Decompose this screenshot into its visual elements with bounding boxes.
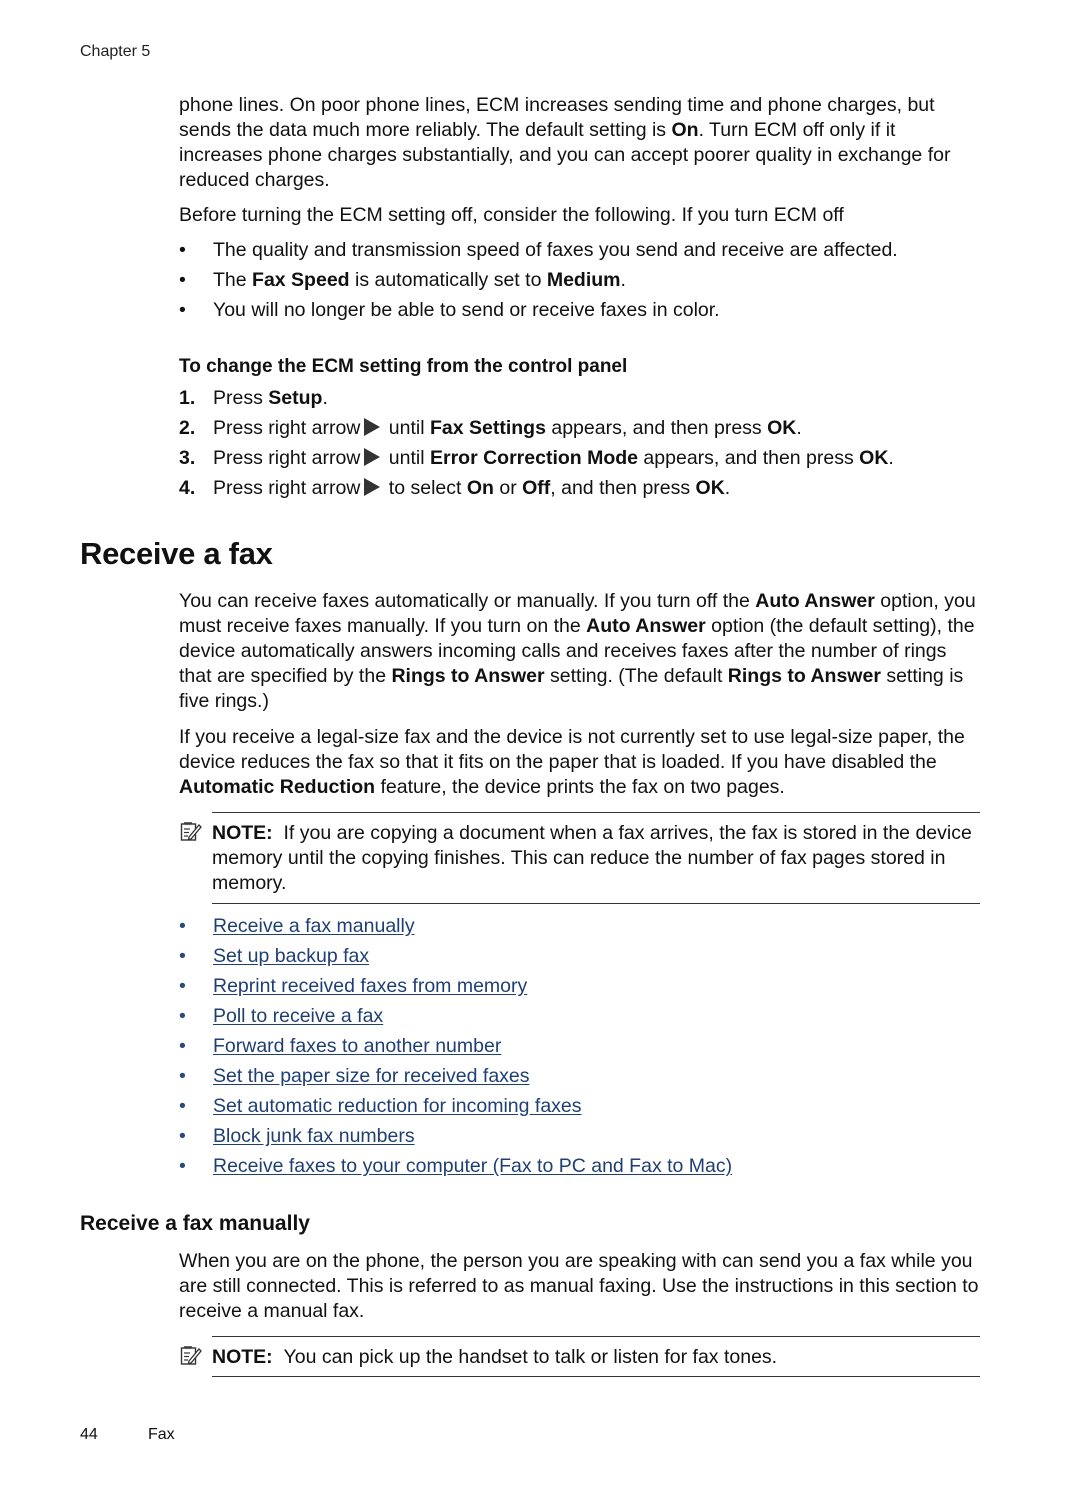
ecm-off-paragraph: Before turning the ECM setting off, cons… (179, 204, 844, 226)
link-reprint-faxes[interactable]: Reprint received faxes from memory (213, 974, 527, 999)
note-pencil-icon (180, 822, 202, 841)
link-poll-to-receive[interactable]: Poll to receive a fax (213, 1004, 383, 1029)
link-forward-faxes[interactable]: Forward faxes to another number (213, 1034, 501, 1059)
subsection-title: Receive a fax manually (80, 1212, 310, 1235)
page-number: 44 (80, 1426, 98, 1443)
note-pencil-icon (180, 1346, 202, 1365)
note-top-rule (212, 812, 980, 813)
ecm-intro-paragraph: phone lines. On poor phone lines, ECM in… (179, 94, 951, 191)
footer-section-label: Fax (148, 1426, 175, 1443)
link-paper-size[interactable]: Set the paper size for received faxes (213, 1064, 530, 1089)
auto-answer-paragraph: You can receive faxes automatically or m… (179, 590, 976, 712)
link-set-up-backup-fax[interactable]: Set up backup fax (213, 944, 369, 969)
link-receive-fax-manually[interactable]: Receive a fax manually (213, 914, 415, 939)
procedure-heading: To change the ECM setting from the contr… (179, 356, 628, 377)
note-text: NOTE: If you are copying a document when… (212, 822, 972, 894)
manual-fax-paragraph: When you are on the phone, the person yo… (179, 1250, 979, 1322)
note-top-rule (212, 1336, 980, 1337)
note-text: NOTE: You can pick up the handset to tal… (212, 1346, 778, 1368)
section-title: Receive a fax (80, 536, 273, 571)
chapter-header: Chapter 5 (80, 43, 151, 60)
link-automatic-reduction[interactable]: Set automatic reduction for incoming fax… (213, 1094, 582, 1119)
note-bottom-rule (212, 1376, 980, 1377)
right-arrow-icon (364, 448, 381, 466)
note-bottom-rule (212, 903, 980, 904)
right-arrow-icon (364, 418, 381, 436)
right-arrow-icon (364, 478, 381, 496)
link-block-junk-fax[interactable]: Block junk fax numbers (213, 1124, 415, 1149)
link-fax-to-computer[interactable]: Receive faxes to your computer (Fax to P… (213, 1154, 732, 1179)
legal-size-paragraph: If you receive a legal-size fax and the … (179, 726, 965, 798)
